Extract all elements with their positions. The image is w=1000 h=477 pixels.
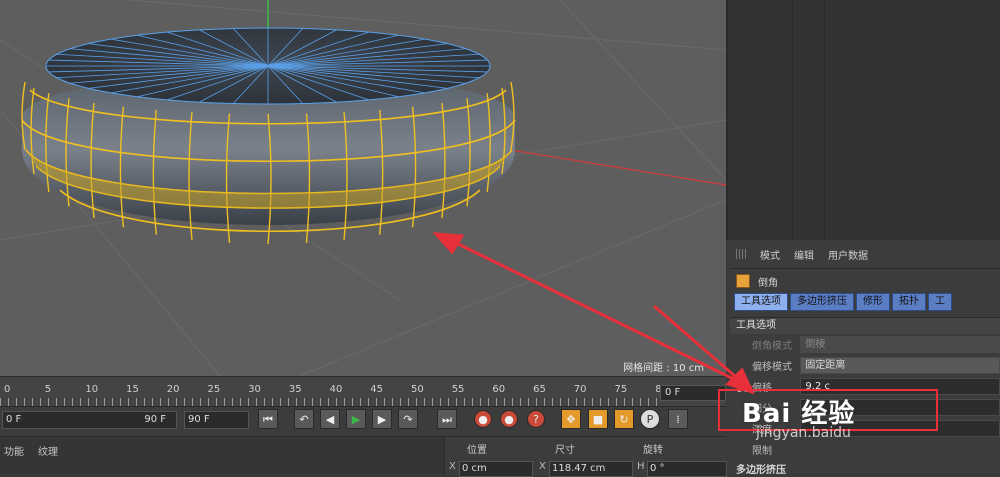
material-menu: 功能 纹理 [4, 443, 58, 458]
menu-function[interactable]: 功能 [4, 443, 24, 458]
timeline-tick-label: 15 [126, 384, 139, 395]
timeline-tick-marks [0, 398, 662, 406]
offset-mode-select[interactable]: 固定距离 [800, 357, 1000, 374]
header-position: 位置 [467, 445, 487, 456]
start-frame: 0 F [6, 414, 22, 425]
max-frame-field[interactable]: 90 F [184, 411, 249, 429]
end-frame: 90 F [144, 414, 166, 425]
3d-viewport[interactable]: 网格间距 : 10 cm [0, 0, 726, 376]
rotate-icon[interactable]: ↻ [614, 409, 634, 429]
play-icon[interactable]: ▶ [346, 409, 366, 429]
frame-range-slider[interactable]: 0 F 90 F [2, 411, 177, 429]
tab-more[interactable]: 工 [928, 293, 952, 311]
timeline-tick-label: 10 [85, 384, 99, 395]
timeline-ruler[interactable]: 051015202530354045505560657075808590 0 F [0, 376, 749, 407]
axis-label: X [539, 461, 546, 472]
row-label: 倒角模式 [752, 341, 792, 352]
scale-icon[interactable]: ■ [588, 409, 608, 429]
bevel-tool-icon [736, 274, 750, 288]
transport-bar: 0 F 90 F 90 F ⏮ ↶ ◀ ▶ ▶ ↷ ⏭ ● ● ? ✥ ■ ↻ … [0, 406, 726, 437]
timeline-tick-label: 50 [411, 384, 424, 395]
tab-shaping[interactable]: 修形 [856, 293, 890, 311]
grip-icon[interactable] [736, 249, 746, 259]
rotation-h-input[interactable]: 0 ° [647, 461, 727, 477]
row-bevel-mode: 倒角模式 倒棱 [730, 334, 1000, 355]
menu-mode[interactable]: 模式 [760, 247, 780, 262]
timeline-tick-label: 70 [573, 384, 587, 395]
menu-user-data[interactable]: 用户数据 [828, 247, 868, 262]
object-name: 倒角 [758, 277, 778, 289]
record-icon[interactable]: ● [474, 410, 492, 428]
attributes-menubar: 模式 编辑 用户数据 [730, 240, 1000, 269]
size-x-input[interactable]: 118.47 cm [549, 461, 633, 477]
next-key-icon[interactable]: ↷ [398, 409, 418, 429]
timeline-tick-label: 20 [166, 384, 180, 395]
goto-end-icon[interactable]: ⏭ [437, 409, 457, 429]
timeline-tick-label: 55 [451, 384, 465, 395]
tab-polygon-extrude[interactable]: 多边形挤压 [790, 293, 854, 311]
current-frame-field[interactable]: 0 F [660, 385, 726, 401]
radial-wireframe [46, 28, 490, 104]
axis-label: H [637, 461, 645, 472]
grid-spacing-label: 网格间距 : 10 cm [623, 363, 704, 374]
row-limit: 限制 [730, 439, 1000, 460]
section-title: 工具选项 [730, 317, 1000, 334]
timeline-tick-label: 30 [248, 384, 261, 395]
row-offset-mode: 偏移模式 固定距离 [730, 355, 1000, 376]
panel-divider [824, 0, 825, 240]
section-polygon-extrude: 多边形挤压 [736, 465, 786, 476]
prev-key-icon[interactable]: ↶ [294, 409, 314, 429]
help-key-icon[interactable]: ? [527, 410, 545, 428]
position-x-input[interactable]: 0 cm [459, 461, 533, 477]
next-frame-icon[interactable]: ▶ [372, 409, 392, 429]
panel-divider [792, 0, 793, 240]
menu-edit[interactable]: 编辑 [794, 247, 814, 262]
move-icon[interactable]: ✥ [561, 409, 581, 429]
axis-label: X [449, 461, 456, 472]
goto-start-icon[interactable]: ⏮ [258, 409, 278, 429]
prev-frame-icon[interactable]: ◀ [320, 409, 340, 429]
header-size: 尺寸 [555, 445, 575, 456]
timeline-tick-label: 40 [329, 384, 343, 395]
attribute-tabs: 工具选项 多边形挤压 修形 拓扑 工 [730, 293, 1000, 311]
limit-checkbox[interactable] [801, 442, 1000, 457]
row-label: 偏移模式 [752, 362, 792, 373]
timeline-tick-label: 5 [44, 384, 52, 395]
tab-tool-options[interactable]: 工具选项 [734, 293, 788, 311]
menu-texture[interactable]: 纹理 [38, 443, 58, 458]
watermark-subtext: jingyan.baidu [756, 425, 851, 441]
timeline-tick-label: 25 [207, 384, 221, 395]
coordinates-panel: 位置 尺寸 旋转 X 0 cm X 118.47 cm H 0 ° [444, 437, 727, 477]
tab-topology[interactable]: 拓扑 [892, 293, 926, 311]
timeline-tick-label: 0 [4, 384, 11, 395]
timeline-tick-label: 45 [370, 384, 384, 395]
timeline-tick-label: 60 [492, 384, 506, 395]
row-label: 限制 [752, 446, 772, 457]
bevel-mode-select[interactable]: 倒棱 [800, 336, 1000, 353]
timeline-tick-label: 35 [288, 384, 302, 395]
object-manager-panel[interactable] [726, 0, 1000, 240]
x-axis-line [479, 144, 726, 186]
autokey-icon[interactable]: ● [500, 410, 518, 428]
timeline-tick-label: 75 [614, 384, 628, 395]
annotation-box: Bai 经验 jingyan.baidu [718, 389, 938, 441]
param-icon[interactable]: P [640, 409, 660, 429]
bottom-panel: 功能 纹理 位置 尺寸 旋转 X 0 cm X 118.47 cm H 0 ° [0, 436, 727, 477]
viewport-canvas[interactable] [0, 0, 726, 376]
header-rotation: 旋转 [643, 445, 663, 456]
object-header: 倒角 [730, 269, 1000, 293]
timeline-tick-label: 65 [533, 384, 546, 395]
grid-dots-icon[interactable]: ⁞ [668, 409, 688, 429]
